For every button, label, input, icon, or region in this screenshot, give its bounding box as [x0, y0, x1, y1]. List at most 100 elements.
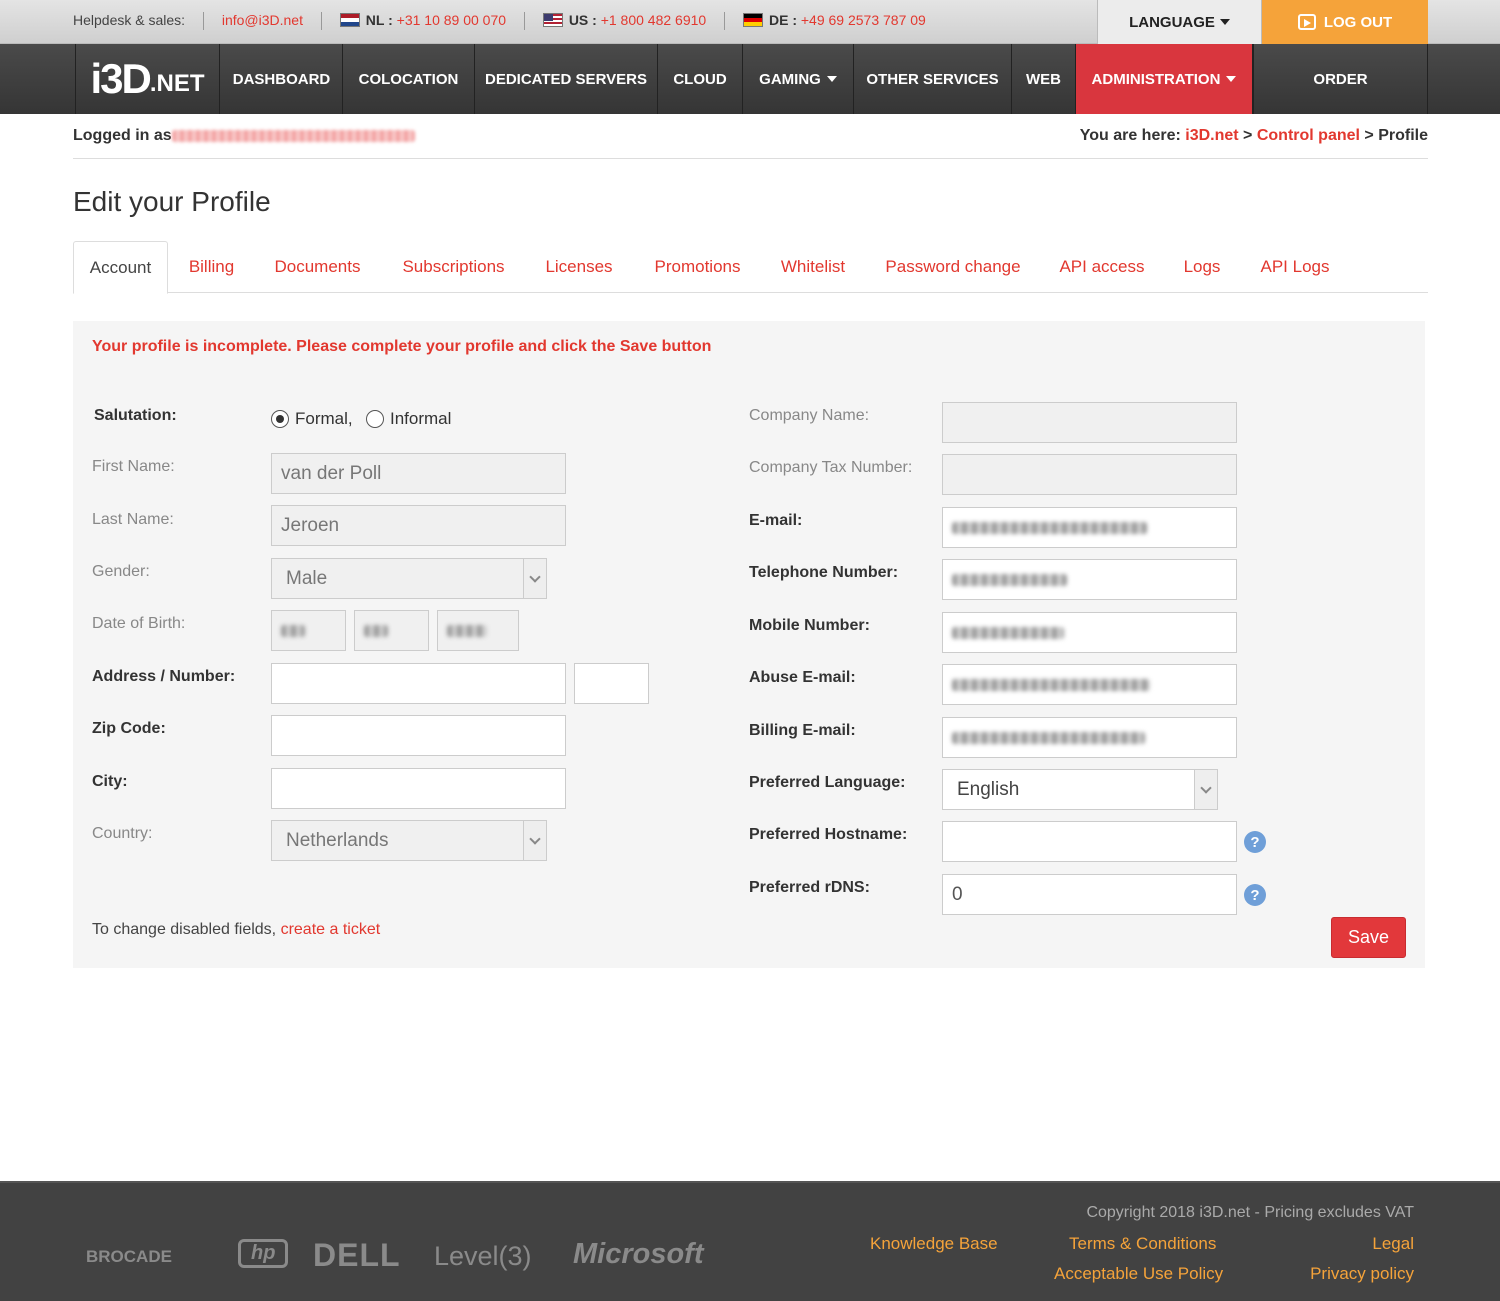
de-label: DE :	[768, 12, 797, 28]
email-label: E-mail:	[749, 512, 803, 529]
tab-whitelist[interactable]: Whitelist	[768, 241, 858, 293]
nav-dashboard[interactable]: DASHBOARD	[221, 44, 343, 114]
tab-documents[interactable]: Documents	[261, 241, 374, 293]
tab-billing[interactable]: Billing	[175, 241, 248, 293]
tab-logs[interactable]: Logs	[1171, 241, 1233, 293]
preferred-language-label: Preferred Language:	[749, 774, 906, 791]
telephone-input[interactable]	[942, 559, 1237, 600]
preferred-rdns-label: Preferred rDNS:	[749, 879, 870, 896]
logout-button[interactable]: LOG OUT	[1262, 0, 1428, 44]
house-number-input[interactable]	[574, 663, 649, 704]
contact-info: Helpdesk & sales: info@i3D.net NL : +31 …	[73, 12, 926, 31]
nav-dedicated-servers[interactable]: DEDICATED SERVERS	[475, 44, 658, 114]
dob-day-input[interactable]	[271, 610, 346, 651]
salutation-informal-radio[interactable]: Informal	[366, 409, 451, 429]
create-ticket-link[interactable]: create a ticket	[281, 921, 381, 938]
billing-email-input[interactable]	[942, 717, 1237, 758]
caret-down-icon	[826, 76, 837, 82]
logout-icon	[1297, 14, 1316, 30]
breadcrumb-i3d[interactable]: i3D.net	[1185, 127, 1238, 144]
billing-email-label: Billing E-mail:	[749, 722, 856, 739]
company-tax-input[interactable]	[942, 454, 1237, 495]
nav-administration-label: ADMINISTRATION	[1091, 70, 1221, 88]
nav-cloud[interactable]: CLOUD	[658, 44, 743, 114]
incomplete-notice: Your profile is incomplete. Please compl…	[92, 338, 712, 355]
zip-code-label: Zip Code:	[92, 720, 166, 737]
logout-label: LOG OUT	[1323, 13, 1393, 31]
dob-year-input[interactable]	[437, 610, 519, 651]
preferred-hostname-input[interactable]	[942, 821, 1237, 862]
last-name-input[interactable]: Jeroen	[271, 505, 566, 546]
nav-gaming[interactable]: GAMING	[743, 44, 854, 114]
preferred-rdns-input[interactable]: 0	[942, 874, 1237, 915]
redacted-username	[171, 129, 415, 142]
nav-order[interactable]: ORDER	[1253, 44, 1428, 114]
de-flag-icon	[742, 13, 763, 27]
footer-legal-link[interactable]: Legal	[1372, 1234, 1414, 1254]
tab-password-change[interactable]: Password change	[873, 241, 1033, 293]
help-icon[interactable]: ?	[1244, 884, 1266, 906]
nl-label: NL :	[365, 12, 393, 28]
tab-api-access[interactable]: API access	[1049, 241, 1155, 293]
tab-account[interactable]: Account	[73, 241, 168, 294]
country-select[interactable]: Netherlands	[271, 820, 547, 861]
preferred-language-select[interactable]: English	[942, 769, 1218, 810]
profile-form-panel: Your profile is incomplete. Please compl…	[73, 321, 1425, 968]
address-label: Address / Number:	[92, 668, 236, 685]
footer: BROCADE hp DELL Level(3) Microsoft Copyr…	[0, 1181, 1500, 1301]
footer-aup-link[interactable]: Acceptable Use Policy	[1054, 1264, 1223, 1284]
dob-month-input[interactable]	[354, 610, 429, 651]
company-name-label: Company Name:	[749, 407, 870, 424]
salutation-formal-radio[interactable]: Formal,	[271, 409, 353, 429]
email-link[interactable]: info@i3D.net	[222, 12, 303, 28]
save-button[interactable]: Save	[1331, 917, 1406, 958]
country-label: Country:	[92, 825, 153, 842]
gender-label: Gender:	[92, 563, 150, 580]
logged-in-info: Logged in as	[73, 127, 415, 145]
breadcrumb-control-panel[interactable]: Control panel	[1257, 127, 1360, 144]
footer-knowledge-base-link[interactable]: Knowledge Base	[870, 1234, 998, 1254]
company-name-input[interactable]	[942, 402, 1237, 443]
email-input[interactable]	[942, 507, 1237, 548]
nav-web[interactable]: WEB	[1012, 44, 1076, 114]
hp-logo: hp	[238, 1239, 289, 1268]
nav-colocation[interactable]: COLOCATION	[343, 44, 475, 114]
abuse-email-input[interactable]	[942, 664, 1237, 705]
tab-promotions[interactable]: Promotions	[641, 241, 754, 293]
language-button[interactable]: LANGUAGE	[1097, 0, 1262, 44]
us-flag-icon	[542, 13, 563, 27]
i3d-logo[interactable]: i3D .NET	[75, 44, 220, 114]
breadcrumb: You are here: i3D.net > Control panel > …	[1079, 127, 1428, 144]
city-input[interactable]	[271, 768, 566, 809]
microsoft-logo: Microsoft	[573, 1238, 704, 1270]
level3-logo: Level(3)	[434, 1241, 532, 1271]
footer-privacy-link[interactable]: Privacy policy	[1310, 1264, 1414, 1284]
tab-subscriptions[interactable]: Subscriptions	[387, 241, 520, 293]
company-tax-label: Company Tax Number:	[749, 459, 913, 476]
us-phone: +1 800 482 6910	[600, 12, 707, 28]
gender-select[interactable]: Male	[271, 558, 547, 599]
profile-tabs: Account Billing Documents Subscriptions …	[73, 241, 1428, 294]
nav-gaming-label: GAMING	[759, 70, 821, 88]
de-phone: +49 69 2573 787 09	[800, 12, 926, 28]
footer-terms-link[interactable]: Terms & Conditions	[1069, 1234, 1216, 1254]
first-name-input[interactable]: van der Poll	[271, 453, 566, 494]
caret-down-icon	[1219, 19, 1230, 25]
us-label: US :	[568, 12, 597, 28]
radio-unchecked-icon	[366, 410, 384, 428]
radio-checked-icon	[271, 410, 289, 428]
address-input[interactable]	[271, 663, 566, 704]
zip-code-input[interactable]	[271, 715, 566, 756]
nav-other-services[interactable]: OTHER SERVICES	[854, 44, 1012, 114]
dob-label: Date of Birth:	[92, 615, 186, 632]
abuse-email-label: Abuse E-mail:	[749, 669, 856, 686]
help-icon[interactable]: ?	[1244, 831, 1266, 853]
nl-phone: +31 10 89 00 070	[396, 12, 507, 28]
main-nav: i3D .NET DASHBOARD COLOCATION DEDICATED S…	[0, 44, 1500, 114]
mobile-label: Mobile Number:	[749, 617, 870, 634]
mobile-input[interactable]	[942, 612, 1237, 653]
tab-licenses[interactable]: Licenses	[533, 241, 625, 293]
city-label: City:	[92, 773, 128, 790]
nav-administration[interactable]: ADMINISTRATION	[1076, 44, 1253, 114]
tab-api-logs[interactable]: API Logs	[1251, 241, 1339, 293]
